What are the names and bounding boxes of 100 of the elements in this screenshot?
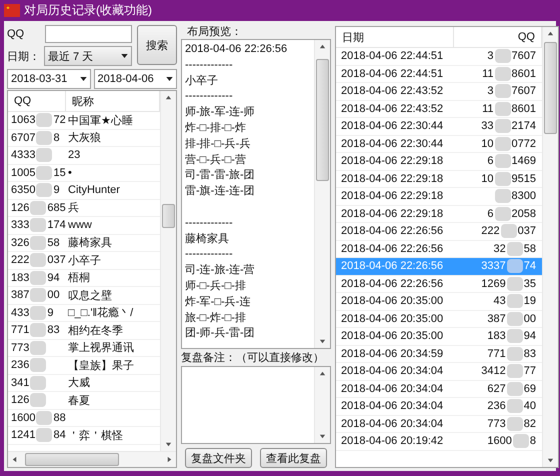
scrollbar[interactable] <box>542 27 558 467</box>
game-row[interactable]: 2018-04-06 22:29:18 6 1469 <box>336 153 542 170</box>
game-row[interactable]: 2018-04-06 22:29:18 6 2058 <box>336 206 542 223</box>
qq-cell-text: 33 2174 <box>480 118 537 134</box>
nickname-cell-text: www <box>67 218 93 234</box>
date-range-dropdown[interactable]: 最近 7 天 <box>44 46 132 66</box>
scroll-right-icon[interactable] <box>166 456 173 463</box>
nickname-cell-text: 大灰狼 <box>67 131 102 146</box>
redaction-mark <box>500 224 517 238</box>
column-header[interactable]: QQ <box>8 91 66 111</box>
date-cell-text: 2018-04-06 20:19:42 <box>340 434 444 450</box>
nickname-cell-text: 藤椅家具 <box>67 236 113 251</box>
start-date-picker[interactable]: 2018-03-31 <box>7 69 90 89</box>
redaction-mark <box>36 183 52 198</box>
qq-cell-text: 10 9515 <box>480 170 537 187</box>
qq-cell-text: 773 82 <box>486 416 537 432</box>
scrollbar-thumb[interactable] <box>544 42 557 134</box>
game-row[interactable]: 2018-04-06 22:26:56 222 037 <box>336 223 542 240</box>
game-row[interactable]: 2018-04-06 22:44:51 3 7607 <box>336 48 542 66</box>
qq-cell-text: 433 9 <box>10 304 54 321</box>
redaction-mark <box>494 189 511 204</box>
scroll-up-icon[interactable] <box>547 30 554 37</box>
game-row[interactable]: 2018-04-06 22:43:52 11 8601 <box>336 100 542 118</box>
scroll-up-icon[interactable] <box>165 94 172 101</box>
game-row[interactable]: 2018-04-06 20:35:00 43 19 <box>336 293 542 310</box>
nickname-cell-text: 大威 <box>67 376 91 391</box>
search-button[interactable]: 搜索 <box>137 25 177 65</box>
game-row[interactable]: 2018-04-06 20:19:42 1600 8 <box>336 433 542 450</box>
scroll-left-icon[interactable] <box>11 456 18 463</box>
nickname-cell-text: 中国軍★心睡 <box>67 114 134 128</box>
scrollbar-thumb[interactable] <box>25 453 119 466</box>
column-header[interactable]: 日期 <box>336 27 454 47</box>
qq-cell-text: 43 19 <box>492 293 537 310</box>
redaction-mark <box>30 376 46 390</box>
horizontal-scrollbar[interactable] <box>8 451 176 467</box>
redaction-mark <box>506 382 523 396</box>
game-row[interactable]: 2018-04-06 20:35:00 387 00 <box>336 310 542 328</box>
nickname-cell-text: 【皇族】果子 <box>67 358 135 374</box>
date-cell-text: 2018-04-06 20:34:59 <box>340 346 444 362</box>
scrollbar-thumb[interactable] <box>162 204 175 228</box>
redaction-mark <box>30 393 46 408</box>
folder-button[interactable]: 复盘文件夹 <box>185 448 252 468</box>
preview-line: 小卒子 <box>185 74 219 89</box>
scroll-down-icon[interactable] <box>165 441 172 448</box>
preview-text-area[interactable]: 2018-04-06 22:26:56 ------------- 小卒子 ------------- 师-旅-军-连-师 炸-□-排-□-炸 排-排-□-兵-兵 营-□-兵-□-营 司-雷-雷-旅-团 雷-旗-连-连-团 ------------- 藤椅家具 ------------- 司-连-旅-连-营 师-□-兵-□-排 炸-军-□-兵-连 旅-□-炸-□-排 团-师-兵-雷-团 <box>181 39 331 349</box>
qq-cell-text: 32 58 <box>492 240 537 257</box>
game-row[interactable]: 2018-04-06 20:35:00 183 94 <box>336 328 542 346</box>
redaction-mark <box>506 364 523 378</box>
nickname-cell-text: ＇弈＇棋怪 <box>67 428 124 444</box>
game-row[interactable]: 2018-04-06 22:43:52 3 7607 <box>336 83 542 100</box>
qq-cell-text: 10 0772 <box>480 136 537 152</box>
qq-cell-text: 3412 77 <box>480 363 537 380</box>
qq-input-field[interactable] <box>45 25 132 43</box>
scrollbar[interactable] <box>160 91 176 451</box>
date-cell-text: 2018-04-06 20:35:00 <box>340 329 444 344</box>
preview-line: 旅-□-炸-□-排 <box>185 310 247 326</box>
caret-icon <box>166 77 173 81</box>
date-cell-text: 2018-04-06 22:29:18 <box>340 154 444 170</box>
preview-line: 炸-军-□-兵-连 <box>185 294 252 310</box>
date-cell-text: 2018-04-06 22:29:18 <box>340 206 444 222</box>
qq-cell: 773 <box>8 340 66 356</box>
scrollbar-thumb[interactable] <box>316 59 329 181</box>
redaction-mark <box>494 206 511 221</box>
date-cell-text: 2018-04-06 22:44:51 <box>340 66 444 82</box>
game-row[interactable]: 2018-04-06 22:30:44 10 0772 <box>336 136 542 153</box>
scrollbar[interactable] <box>314 367 330 443</box>
preview-line: 团-师-兵-雷-团 <box>185 326 256 342</box>
game-row[interactable]: 2018-04-06 22:29:18 10 9515 <box>336 170 542 188</box>
scroll-up-icon[interactable] <box>319 370 326 377</box>
redaction-mark <box>506 259 523 274</box>
view-button[interactable]: 查看此复盘 <box>260 448 327 468</box>
qq-cell-text: 11 8601 <box>481 66 537 82</box>
caret-icon <box>80 77 86 81</box>
game-row[interactable]: 2018-04-06 20:34:59 771 83 <box>336 346 542 363</box>
preview-line: 师-□-兵-□-排 <box>185 278 247 294</box>
scroll-down-icon[interactable] <box>319 433 326 440</box>
preview-label: 布局预览： <box>187 25 243 39</box>
game-row[interactable]: 2018-04-06 22:29:18 8300 <box>336 188 542 206</box>
game-row[interactable]: 2018-04-06 22:30:44 33 2174 <box>336 118 542 136</box>
date-cell-text: 2018-04-06 22:44:51 <box>340 49 444 64</box>
scroll-up-icon[interactable] <box>319 43 326 50</box>
nickname-cell-text: 掌上视界通讯 <box>67 340 135 356</box>
scroll-down-icon[interactable] <box>547 457 554 464</box>
date-cell-text: 2018-04-06 22:43:52 <box>340 102 444 117</box>
game-row[interactable]: 2018-04-06 20:34:04 3412 77 <box>336 363 542 380</box>
end-date-picker[interactable]: 2018-04-06 <box>94 69 177 89</box>
game-row[interactable]: 2018-04-06 20:34:04 236 40 <box>336 398 542 416</box>
qq-cell-text: 771 83 <box>10 322 61 338</box>
redaction-mark <box>30 253 46 268</box>
scroll-down-icon[interactable] <box>319 338 326 345</box>
redaction-mark <box>494 84 511 98</box>
game-row[interactable]: 2018-04-06 22:44:51 11 8601 <box>336 66 542 83</box>
game-row[interactable]: 2018-04-06 20:34:04 627 69 <box>336 380 542 398</box>
game-row[interactable]: 2018-04-06 20:34:04 773 82 <box>336 416 542 433</box>
preview-line: 炸-□-排-□-炸 <box>185 120 247 136</box>
date-cell-text: 2018-04-06 22:43:52 <box>340 84 444 100</box>
redaction-mark <box>512 434 529 448</box>
scrollbar[interactable] <box>314 40 330 348</box>
game-row[interactable]: 2018-04-06 22:26:56 1269 35 <box>336 276 542 293</box>
qq-cell-text: 6707 8 <box>10 130 61 146</box>
